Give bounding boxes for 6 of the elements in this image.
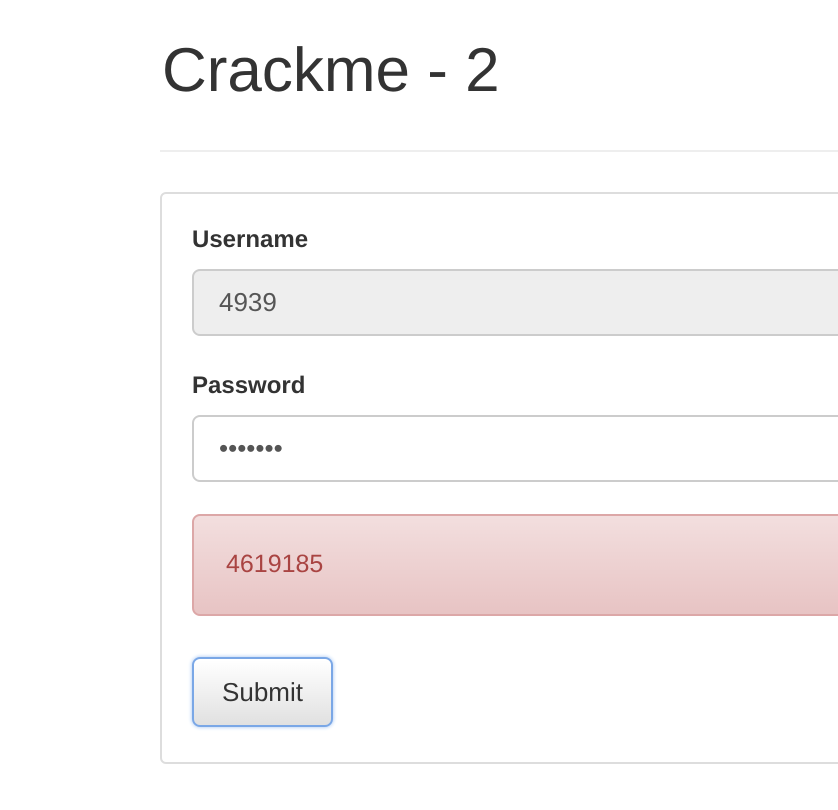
page-title: Crackme - 2 [161,35,500,107]
field-label: Username [192,226,308,253]
input-field[interactable]: ••••••• [192,415,838,482]
alert-message: 4619185 [226,549,324,580]
field-label: Password [192,372,306,399]
submit-button[interactable]: Submit [192,657,333,727]
